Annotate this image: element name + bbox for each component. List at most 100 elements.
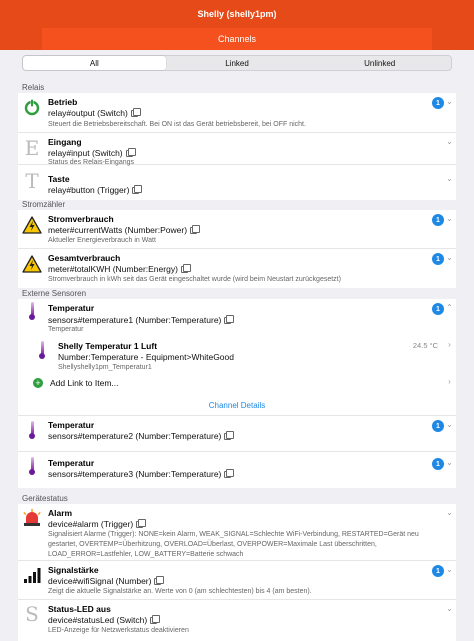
link-count-badge: 1 <box>432 97 444 109</box>
channel-title: Taste <box>48 174 70 184</box>
linked-item-name: Shellyshelly1pm_Temperatur1 <box>58 364 152 371</box>
channel-taste[interactable]: T Taste relay#button (Trigger) ⌄ <box>18 165 456 200</box>
copy-icon[interactable] <box>224 431 235 440</box>
link-count-badge: 1 <box>432 303 444 315</box>
page-title: Channels <box>42 28 432 50</box>
chevron-down-icon[interactable]: ⌄ <box>446 458 453 467</box>
warning-icon <box>22 215 42 235</box>
channel-uid: sensors#temperature1 (Number:Temperature… <box>48 315 235 325</box>
copy-icon[interactable] <box>190 225 201 234</box>
section-sensoren: Externe Sensoren <box>22 289 87 298</box>
letter-s-icon: S <box>25 602 39 626</box>
copy-icon[interactable] <box>125 148 136 157</box>
card-sensoren: Temperatur sensors#temperature1 (Number:… <box>18 299 456 488</box>
channel-temperatur3[interactable]: Temperatur sensors#temperature3 (Number:… <box>18 452 456 488</box>
channel-title: Temperatur <box>48 420 95 430</box>
chevron-down-icon[interactable]: ⌄ <box>446 420 453 429</box>
channel-title: Eingang <box>48 137 82 147</box>
chevron-down-icon[interactable]: ⌄ <box>446 604 453 613</box>
channel-uid: sensors#temperature2 (Number:Temperature… <box>48 431 235 441</box>
copy-icon[interactable] <box>224 315 235 324</box>
tab-linked[interactable]: Linked <box>166 56 309 70</box>
link-count-badge: 1 <box>432 458 444 470</box>
channel-description: Aktueller Energieverbrauch in Watt <box>48 237 156 244</box>
channel-description: Stromverbrauch in kWh seit das Gerät ein… <box>48 276 341 283</box>
channel-uid: sensors#temperature3 (Number:Temperature… <box>48 469 235 479</box>
channel-eingang[interactable]: E Eingang relay#input (Switch) Status de… <box>18 133 456 166</box>
channel-uid: relay#output (Switch) <box>48 108 141 118</box>
chevron-down-icon[interactable]: ⌄ <box>446 253 453 262</box>
channel-uid: device#statusLed (Switch) <box>48 615 161 625</box>
link-count-badge: 1 <box>432 565 444 577</box>
channel-uid: relay#button (Trigger) <box>48 185 143 195</box>
channel-title: Temperatur <box>48 458 95 468</box>
section-geraetestatus: Gerätestatus <box>22 494 68 503</box>
chevron-down-icon[interactable]: ⌄ <box>446 565 453 574</box>
card-relais: Betrieb relay#output (Switch) Steuert di… <box>18 93 456 200</box>
channel-title: Stromverbrauch <box>48 214 114 224</box>
chevron-down-icon[interactable]: ⌄ <box>446 174 453 183</box>
copy-icon[interactable] <box>132 185 143 194</box>
thermometer-icon <box>22 301 42 321</box>
channel-description: Steuert die Betriebsbereitschaft. Bei ON… <box>48 121 306 128</box>
linked-item-value: 24.5 °C <box>412 341 438 350</box>
filter-tabs: All Linked Unlinked <box>22 55 452 71</box>
channel-temperatur2[interactable]: Temperatur sensors#temperature2 (Number:… <box>18 416 456 452</box>
channel-status-led[interactable]: S Status-LED aus device#statusLed (Switc… <box>18 600 456 641</box>
channel-uid: device#wifiSignal (Number) <box>48 576 165 586</box>
chevron-down-icon[interactable]: ⌄ <box>446 214 453 223</box>
channel-title: Betrieb <box>48 97 78 107</box>
add-link-label: Add Link to Item... <box>50 378 119 388</box>
copy-icon[interactable] <box>150 615 161 624</box>
channel-uid: meter#totalKWH (Number:Energy) <box>48 264 191 274</box>
copy-icon[interactable] <box>224 469 235 478</box>
add-link-row[interactable]: + Add Link to Item... › <box>18 376 456 390</box>
chevron-up-icon[interactable]: ⌃ <box>446 303 453 312</box>
add-icon: + <box>33 378 43 388</box>
sub-header: Channels <box>0 28 474 50</box>
channel-title: Gesamtverbrauch <box>48 253 121 263</box>
copy-icon[interactable] <box>136 519 147 528</box>
channel-uid: relay#input (Switch) <box>48 148 136 158</box>
tab-all[interactable]: All <box>23 56 166 70</box>
channel-description: Zeigt die aktuelle Signalstärke an. Wert… <box>48 588 312 595</box>
channel-uid: device#alarm (Trigger) <box>48 519 147 529</box>
channel-stromverbrauch[interactable]: Stromverbrauch meter#currentWatts (Numbe… <box>18 210 456 249</box>
alarm-light-icon <box>22 508 42 528</box>
power-icon <box>22 97 42 117</box>
tab-unlinked[interactable]: Unlinked <box>308 56 451 70</box>
thermometer-icon <box>22 456 42 476</box>
section-stromzaehler: Stromzähler <box>22 200 66 209</box>
link-count-badge: 1 <box>432 253 444 265</box>
copy-icon[interactable] <box>130 108 141 117</box>
warning-icon <box>22 254 42 274</box>
channel-description: Temperatur <box>48 326 84 333</box>
chevron-down-icon[interactable]: ⌄ <box>446 97 453 106</box>
linked-item-title: Shelly Temperatur 1 Luft <box>58 341 158 351</box>
channel-description: Signalisiert Alarme (Trigger): NONE=kein… <box>48 531 419 558</box>
thermometer-icon <box>32 340 52 360</box>
channel-gesamtverbrauch[interactable]: Gesamtverbrauch meter#totalKWH (Number:E… <box>18 249 456 288</box>
channel-title: Temperatur <box>48 303 95 313</box>
channel-temperatur1[interactable]: Temperatur sensors#temperature1 (Number:… <box>18 299 456 416</box>
channel-title: Signalstärke <box>48 565 99 575</box>
channel-signalstaerke[interactable]: Signalstärke device#wifiSignal (Number) … <box>18 561 456 600</box>
chevron-right-icon: › <box>448 377 451 386</box>
linked-item-row[interactable]: Shelly Temperatur 1 Luft Number:Temperat… <box>18 336 456 376</box>
copy-icon[interactable] <box>154 576 165 585</box>
channel-betrieb[interactable]: Betrieb relay#output (Switch) Steuert di… <box>18 93 456 133</box>
card-geraetestatus: Alarm device#alarm (Trigger) Signalisier… <box>18 504 456 641</box>
app-title: Shelly (shelly1pm) <box>0 0 474 28</box>
chevron-right-icon[interactable]: › <box>446 340 453 349</box>
chevron-down-icon[interactable]: ⌄ <box>446 508 453 517</box>
channel-alarm[interactable]: Alarm device#alarm (Trigger) Signalisier… <box>18 504 456 561</box>
channel-details-link[interactable]: Channel Details <box>18 401 456 410</box>
copy-icon[interactable] <box>180 264 191 273</box>
letter-e-icon: E <box>24 136 40 160</box>
chevron-down-icon[interactable]: ⌄ <box>446 137 453 146</box>
section-relais: Relais <box>22 83 45 92</box>
signal-strength-icon <box>22 565 42 585</box>
channel-uid: meter#currentWatts (Number:Power) <box>48 225 201 235</box>
linked-item-type: Number:Temperature - Equipment>WhiteGood <box>58 352 234 362</box>
thermometer-icon <box>22 420 42 440</box>
